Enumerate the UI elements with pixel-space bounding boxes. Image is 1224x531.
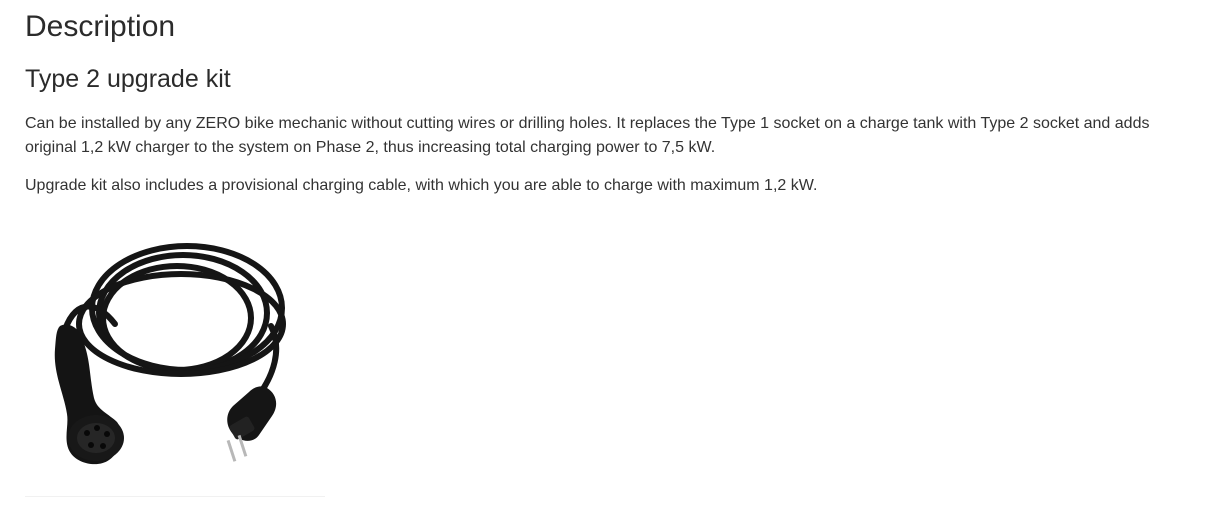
description-paragraph: Can be installed by any ZERO bike mechan… <box>25 115 1150 156</box>
schuko-plug-icon <box>226 386 277 462</box>
charging-cable-image <box>25 228 325 497</box>
description-paragraph: Upgrade kit also includes a provisional … <box>25 177 818 194</box>
page: { "description": { "heading": "Descripti… <box>0 0 1224 531</box>
product-title: Type 2 upgrade kit <box>25 65 231 93</box>
description-heading: Description <box>25 10 176 43</box>
